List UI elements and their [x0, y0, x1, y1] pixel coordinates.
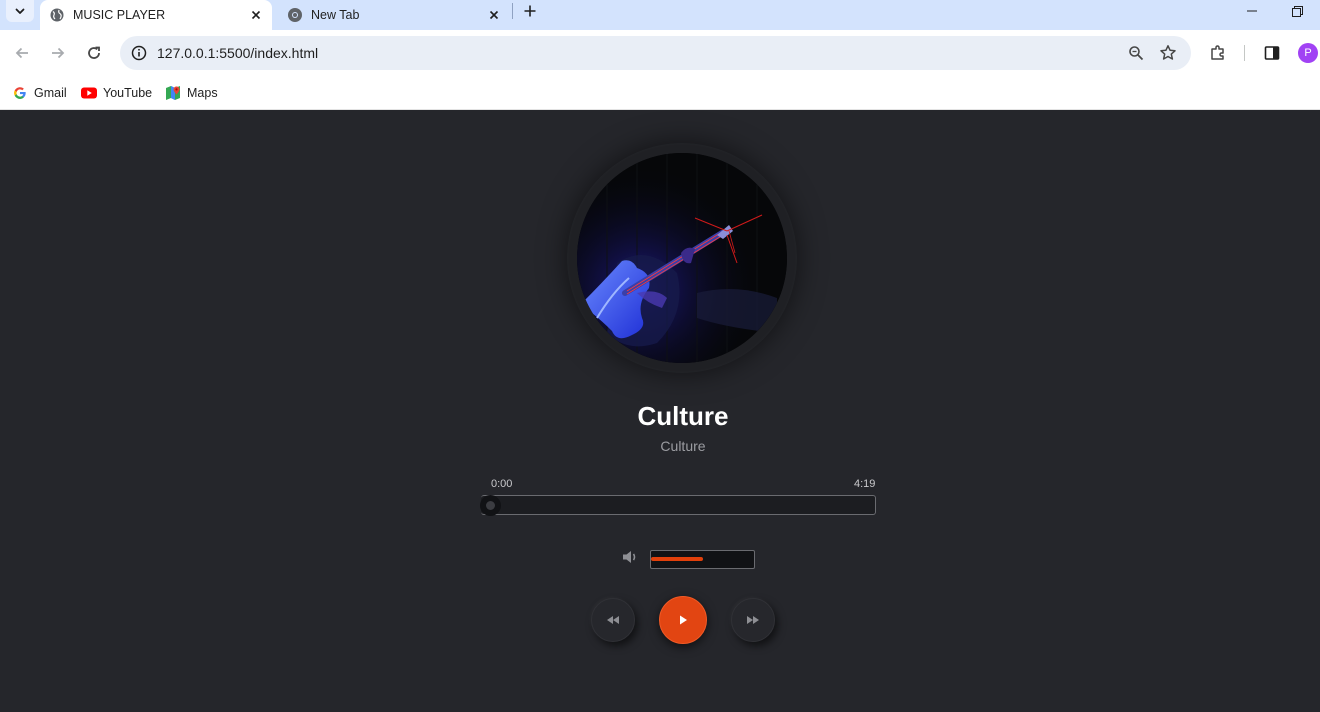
tab-title: MUSIC PLAYER [73, 8, 166, 22]
bookmark-gmail[interactable]: Gmail [12, 83, 67, 103]
close-tab-icon[interactable] [486, 7, 502, 23]
music-player: Culture Culture 0:00 4:19 [0, 111, 1320, 712]
chrome-icon [287, 7, 303, 23]
tab-music-player[interactable]: MUSIC PLAYER [40, 0, 272, 30]
profile-avatar[interactable]: P [1298, 43, 1318, 63]
bookmark-label: Gmail [34, 86, 67, 100]
bookmarks-bar: Gmail YouTube Maps [0, 76, 1320, 110]
arrow-left-icon [15, 47, 28, 59]
bookmark-label: YouTube [103, 86, 153, 100]
tab-title: New Tab [311, 8, 360, 22]
tab-new-tab[interactable]: New Tab [278, 0, 510, 30]
tab-search-button[interactable] [6, 0, 34, 22]
album-disc [567, 143, 797, 373]
rewind-icon [607, 616, 619, 624]
fast-forward-icon [747, 616, 759, 624]
tab-strip: MUSIC PLAYER New Tab [0, 0, 1320, 30]
arrow-right-icon [52, 47, 65, 59]
close-tab-icon[interactable] [248, 7, 264, 23]
globe-icon [49, 7, 65, 23]
plus-icon [524, 5, 536, 17]
volume-icon[interactable] [619, 547, 641, 567]
extensions-icon[interactable] [1207, 42, 1229, 64]
restore-icon [1291, 5, 1303, 17]
bookmark-maps[interactable]: Maps [165, 83, 218, 103]
chevron-down-icon [15, 8, 25, 14]
tab-divider [512, 3, 513, 19]
minimize-icon [1247, 10, 1257, 12]
forward-button[interactable] [44, 39, 72, 67]
toolbar-divider [1244, 45, 1245, 61]
back-button[interactable] [8, 39, 36, 67]
progress-thumb-dot [486, 501, 495, 510]
current-time: 0:00 [491, 478, 513, 490]
song-title: Culture [637, 401, 729, 431]
previous-button[interactable] [591, 598, 635, 642]
youtube-icon [81, 85, 97, 101]
restore-button[interactable] [1287, 0, 1307, 22]
url-text: 127.0.0.1:5500/index.html [157, 45, 319, 61]
album-art [577, 153, 787, 363]
reload-icon [88, 46, 100, 59]
play-icon [680, 615, 687, 625]
reload-button[interactable] [80, 39, 108, 67]
bookmark-label: Maps [187, 86, 218, 100]
zoom-icon[interactable] [1126, 43, 1146, 63]
bookmark-star-icon[interactable] [1158, 43, 1178, 63]
address-bar[interactable]: 127.0.0.1:5500/index.html [120, 36, 1191, 70]
volume-level [651, 557, 703, 561]
minimize-button[interactable] [1242, 0, 1262, 22]
next-button[interactable] [731, 598, 775, 642]
play-button[interactable] [659, 596, 707, 644]
duration: 4:19 [854, 478, 876, 490]
progress-bar[interactable] [481, 495, 876, 515]
maps-icon [165, 85, 181, 101]
new-tab-button[interactable] [520, 0, 540, 22]
side-panel-icon[interactable] [1261, 42, 1283, 64]
song-artist: Culture [660, 438, 706, 454]
bookmark-youtube[interactable]: YouTube [81, 83, 152, 103]
google-icon [12, 85, 28, 101]
browser-toolbar: 127.0.0.1:5500/index.html P [0, 30, 1320, 76]
site-info-icon[interactable] [128, 42, 150, 64]
